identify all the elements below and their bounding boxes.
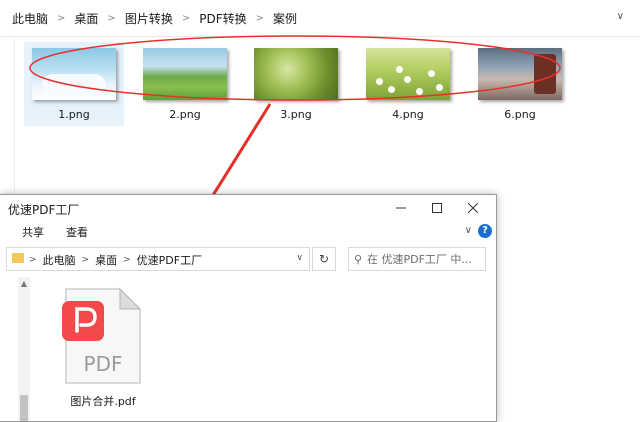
file-name: 6.png [504,108,536,121]
title-bar[interactable]: 优速PDF工厂 [0,195,496,221]
background-address-bar[interactable]: 此电脑 > 桌面 > 图片转换 > PDF转换 > 案例 ∨ [0,0,640,37]
search-icon: ⚲ [353,252,363,266]
chevron-down-icon[interactable]: ∨ [296,253,303,263]
folder-icon [12,253,24,263]
image-thumbnail [478,48,562,100]
file-list-area: ▲ PDF 图片合并.pdf [0,277,496,421]
breadcrumb-item[interactable]: 桌面 [72,10,100,27]
refresh-button[interactable]: ↻ [312,247,336,271]
minimize-button[interactable] [384,195,418,221]
search-input[interactable]: ⚲ 在 优速PDF工厂 中... [348,247,486,271]
chevron-right-icon: > [57,13,66,24]
chevron-right-icon: > [107,13,116,24]
background-breadcrumb: 此电脑 > 桌面 > 图片转换 > PDF转换 > 案例 [10,10,299,27]
close-icon [468,203,478,213]
ribbon-tabs: 共享 查看 ∨ ? [0,221,496,243]
file-name: 图片合并.pdf [70,395,136,408]
minimize-icon [396,207,406,209]
file-name: 2.png [169,108,201,121]
file-item-3[interactable]: 3.png [246,42,346,126]
chevron-down-icon[interactable]: ∨ [465,225,472,236]
window-title: 优速PDF工厂 [8,203,80,217]
breadcrumb-item[interactable]: 此电脑 [43,252,76,268]
maximize-button[interactable] [420,195,454,221]
file-item-2[interactable]: 2.png [135,42,235,126]
close-button[interactable] [456,195,490,221]
image-thumbnail [32,48,116,100]
scroll-up-icon[interactable]: ▲ [18,279,30,288]
breadcrumb-item[interactable]: 案例 [271,10,299,27]
chevron-right-icon: > [29,255,37,265]
chevron-down-icon[interactable]: ∨ [617,11,624,22]
tab-share[interactable]: 共享 [22,224,44,240]
chevron-right-icon: > [181,13,191,24]
pdf-file-item[interactable]: PDF 图片合并.pdf [60,287,146,408]
file-name: 3.png [280,108,312,121]
breadcrumb: > 此电脑 > 桌面 > 优速PDF工厂 [29,252,202,268]
image-thumbnail [143,48,227,100]
file-name: 4.png [392,108,424,121]
scrollbar[interactable]: ▲ [18,277,30,421]
navigation-bar: > 此电脑 > 桌面 > 优速PDF工厂 ∨ ↻ ⚲ 在 优速PDF工厂 中..… [0,243,496,277]
tab-view[interactable]: 查看 [66,224,88,240]
chevron-right-icon: > [255,13,264,24]
breadcrumb-item[interactable]: 优速PDF工厂 [137,252,202,268]
pdf-file-icon: PDF [62,287,142,384]
help-icon[interactable]: ? [478,224,492,238]
file-thumbnails: 1.png 2.png 3.png 4.png 6.png [0,42,640,126]
file-item-6[interactable]: 6.png [470,42,570,126]
refresh-icon: ↻ [318,252,330,266]
address-bar[interactable]: > 此电脑 > 桌面 > 优速PDF工厂 ∨ [6,247,310,271]
file-item-4[interactable]: 4.png [358,42,458,126]
image-thumbnail [254,48,338,100]
breadcrumb-item[interactable]: PDF转换 [197,10,248,27]
breadcrumb-item[interactable]: 图片转换 [123,10,175,27]
search-placeholder: 在 优速PDF工厂 中... [367,253,472,266]
chevron-right-icon: > [81,255,90,265]
maximize-icon [432,203,442,213]
chevron-right-icon: > [123,255,131,265]
file-name: 1.png [58,108,90,121]
breadcrumb-item[interactable]: 此电脑 [10,10,50,27]
breadcrumb-item[interactable]: 桌面 [95,252,117,268]
file-item-1[interactable]: 1.png [24,42,124,126]
folder-window: 优速PDF工厂 共享 查看 ∨ ? > 此电脑 > 桌面 > 优速PDF工厂 ∨… [0,194,497,422]
pdf-label: PDF [84,352,123,376]
scrollbar-thumb[interactable] [20,395,28,421]
image-thumbnail [366,48,450,100]
